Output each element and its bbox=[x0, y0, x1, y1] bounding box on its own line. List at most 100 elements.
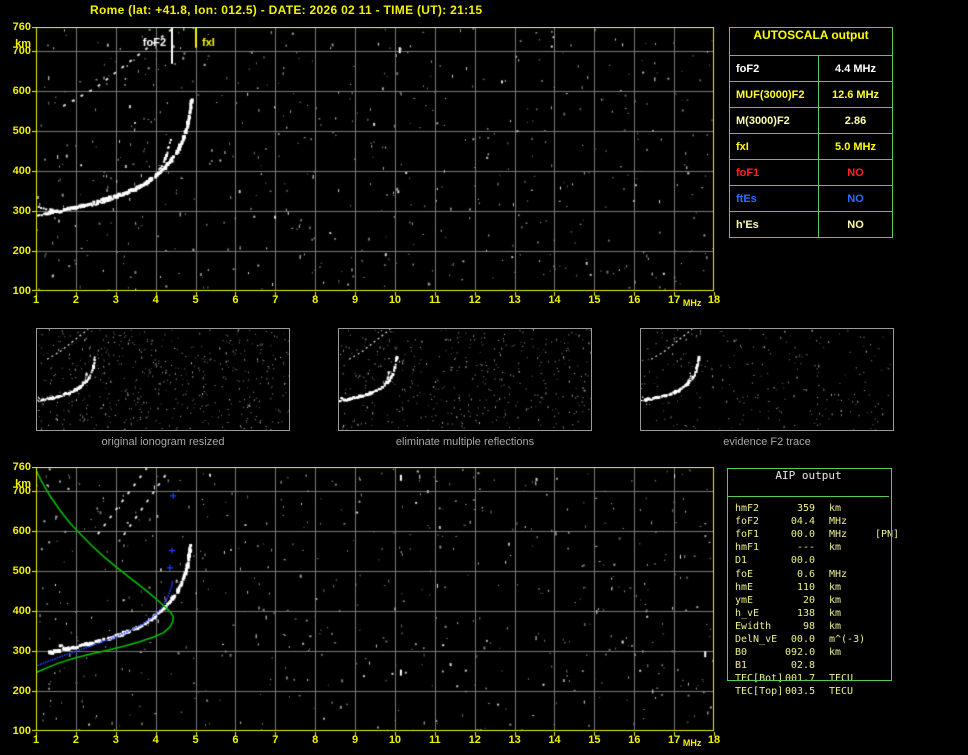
x-tick-label: 1 bbox=[32, 734, 40, 746]
x-tick-label: 16 bbox=[628, 294, 641, 306]
autoscala-row-foF2: foF2 4.4 MHz bbox=[730, 56, 892, 82]
x-tick-label: 14 bbox=[548, 734, 561, 746]
y-tick-label: 100 bbox=[12, 725, 31, 737]
x-tick-label: 6 bbox=[232, 734, 239, 746]
y-tick-label: 760 bbox=[12, 461, 31, 473]
aip-row-unit: km bbox=[829, 503, 842, 515]
aip-row-value: 20 bbox=[802, 594, 815, 606]
x-tick-label: 7 bbox=[272, 294, 279, 306]
thumbnail-evidence-f2 bbox=[640, 328, 894, 431]
y-tick-label: 500 bbox=[12, 565, 31, 577]
aip-row-label: Ewidth bbox=[735, 620, 772, 632]
aip-row-label: D1 bbox=[735, 555, 748, 567]
aip-row-label: TEC[Bot] bbox=[735, 673, 784, 685]
thumbnail-original-canvas bbox=[37, 329, 289, 430]
x-tick-label: 8 bbox=[312, 294, 319, 306]
thumbnail-eliminate-canvas bbox=[339, 329, 591, 430]
aip-row-Ewidth: Ewidth 98 km bbox=[735, 620, 899, 633]
autoscala-row-label: M(3000)F2 bbox=[730, 108, 819, 133]
autoscala-row-value: NO bbox=[847, 166, 864, 179]
thumbnail-original-ionogram bbox=[36, 328, 290, 431]
aip-row-label: foE bbox=[735, 568, 754, 580]
aip-row-unit: MHz bbox=[829, 516, 848, 528]
autoscala-app-window: Rome (lat: +41.8, lon: 012.5) - DATE: 20… bbox=[0, 0, 968, 755]
x-tick-label: 10 bbox=[388, 734, 402, 746]
x-tick-label: 16 bbox=[628, 734, 641, 746]
aip-row-label: B0 bbox=[735, 647, 748, 659]
x-tick-label: 4 bbox=[152, 734, 159, 746]
x-tick-label: 18 bbox=[707, 294, 721, 306]
thumbnail-caption-evidence: evidence F2 trace bbox=[723, 436, 811, 448]
x-tick-label: 4 bbox=[152, 294, 159, 306]
x-tick-label: 13 bbox=[508, 734, 521, 746]
x-tick-label: 9 bbox=[351, 734, 359, 746]
aip-row-value: 001.7 bbox=[785, 673, 816, 685]
autoscala-row-ftEs: ftEs NO bbox=[730, 186, 892, 212]
y-tick-label: 100 bbox=[12, 285, 31, 297]
y-axis-unit-label: km bbox=[15, 38, 31, 50]
thumbnail-evidence-canvas bbox=[641, 329, 893, 430]
aip-row-value: 00.0 bbox=[790, 529, 815, 541]
x-tick-label: 2 bbox=[72, 294, 79, 306]
autoscala-row-foF1: foF1 NO bbox=[730, 160, 892, 186]
x-tick-label: 12 bbox=[468, 734, 481, 746]
autoscala-row-fxI: fxI 5.0 MHz bbox=[730, 134, 892, 160]
x-axis-unit-label: MHz bbox=[682, 738, 702, 748]
aip-row-unit: km bbox=[829, 581, 842, 593]
y-tick-label: 200 bbox=[12, 245, 31, 257]
x-tick-label: 11 bbox=[428, 734, 441, 746]
aip-row-unit: TECU bbox=[829, 673, 854, 685]
x-tick-label: 3 bbox=[112, 734, 119, 746]
aip-row-value: 98 bbox=[802, 620, 815, 632]
aip-row-value: 003.5 bbox=[785, 686, 816, 698]
autoscala-row-value: 12.6 MHz bbox=[831, 88, 880, 101]
aip-row-label: TEC[Top] bbox=[735, 686, 784, 698]
aip-row-TEC[Top]: TEC[Top] 003.5 TECU bbox=[735, 685, 899, 698]
y-tick-label: 760 bbox=[12, 21, 31, 33]
aip-row-label: hmF1 bbox=[735, 542, 760, 554]
x-tick-label: 14 bbox=[548, 294, 561, 306]
aip-row-note: [PN] bbox=[875, 529, 900, 541]
aip-row-value: 00.0 bbox=[790, 555, 815, 567]
thumbnail-caption-original: original ionogram resized bbox=[101, 436, 225, 448]
aip-row-ymE: ymE 20 km bbox=[735, 594, 899, 607]
autoscala-row-MUF(3000)F2: MUF(3000)F2 12.6 MHz bbox=[730, 82, 892, 108]
autoscala-output-table: AUTOSCALA output foF2 4.4 MHz MUF(3000)F2 1… bbox=[729, 27, 893, 238]
aip-row-foF1: foF1 00.0 MHz [PN] bbox=[735, 528, 899, 541]
aip-row-DelN_vE: DelN_vE 00.0 m^(-3) bbox=[735, 633, 899, 646]
aip-row-value: 359 bbox=[796, 503, 815, 515]
aip-row-hmF2: hmF2 359 km bbox=[735, 502, 899, 515]
aip-row-unit: MHz bbox=[829, 529, 848, 541]
page-title: Rome (lat: +41.8, lon: 012.5) - DATE: 20… bbox=[90, 3, 483, 17]
x-tick-label: 5 bbox=[192, 734, 199, 746]
autoscala-row-label: fxI bbox=[730, 134, 819, 159]
autoscala-row-h'Es: h'Es NO bbox=[730, 212, 892, 237]
x-tick-label: 15 bbox=[588, 734, 601, 746]
autoscala-row-value: 2.86 bbox=[844, 114, 867, 127]
autoscala-row-label: ftEs bbox=[730, 186, 819, 211]
autoscala-row-value: NO bbox=[847, 218, 864, 231]
aip-row-label: foF1 bbox=[735, 529, 760, 541]
x-tick-label: 15 bbox=[588, 294, 601, 306]
aip-row-unit: km bbox=[829, 607, 842, 619]
aip-row-unit: km bbox=[829, 594, 842, 606]
aip-row-value: 00.0 bbox=[790, 633, 815, 645]
y-tick-label: 300 bbox=[12, 645, 31, 657]
autoscala-row-value: NO bbox=[847, 192, 864, 205]
aip-row-label: foF2 bbox=[735, 516, 760, 528]
aip-row-unit: km bbox=[829, 620, 842, 632]
x-axis-unit-label: MHz bbox=[682, 298, 702, 308]
x-tick-label: 9 bbox=[351, 294, 359, 306]
autoscala-table-title: AUTOSCALA output bbox=[730, 28, 892, 56]
aip-row-hmE: hmE 110 km bbox=[735, 581, 899, 594]
aip-row-value: 092.0 bbox=[785, 647, 816, 659]
y-tick-label: 600 bbox=[12, 525, 31, 537]
bottom-ionogram-canvas bbox=[32, 467, 716, 737]
aip-row-foF2: foF2 04.4 MHz bbox=[735, 515, 899, 528]
x-tick-label: 6 bbox=[232, 294, 239, 306]
aip-row-value: --- bbox=[796, 542, 815, 554]
y-tick-label: 300 bbox=[12, 205, 31, 217]
x-tick-label: 17 bbox=[667, 294, 681, 306]
thumbnail-caption-eliminate: eliminate multiple reflections bbox=[395, 436, 535, 448]
aip-row-unit: km bbox=[829, 542, 842, 554]
